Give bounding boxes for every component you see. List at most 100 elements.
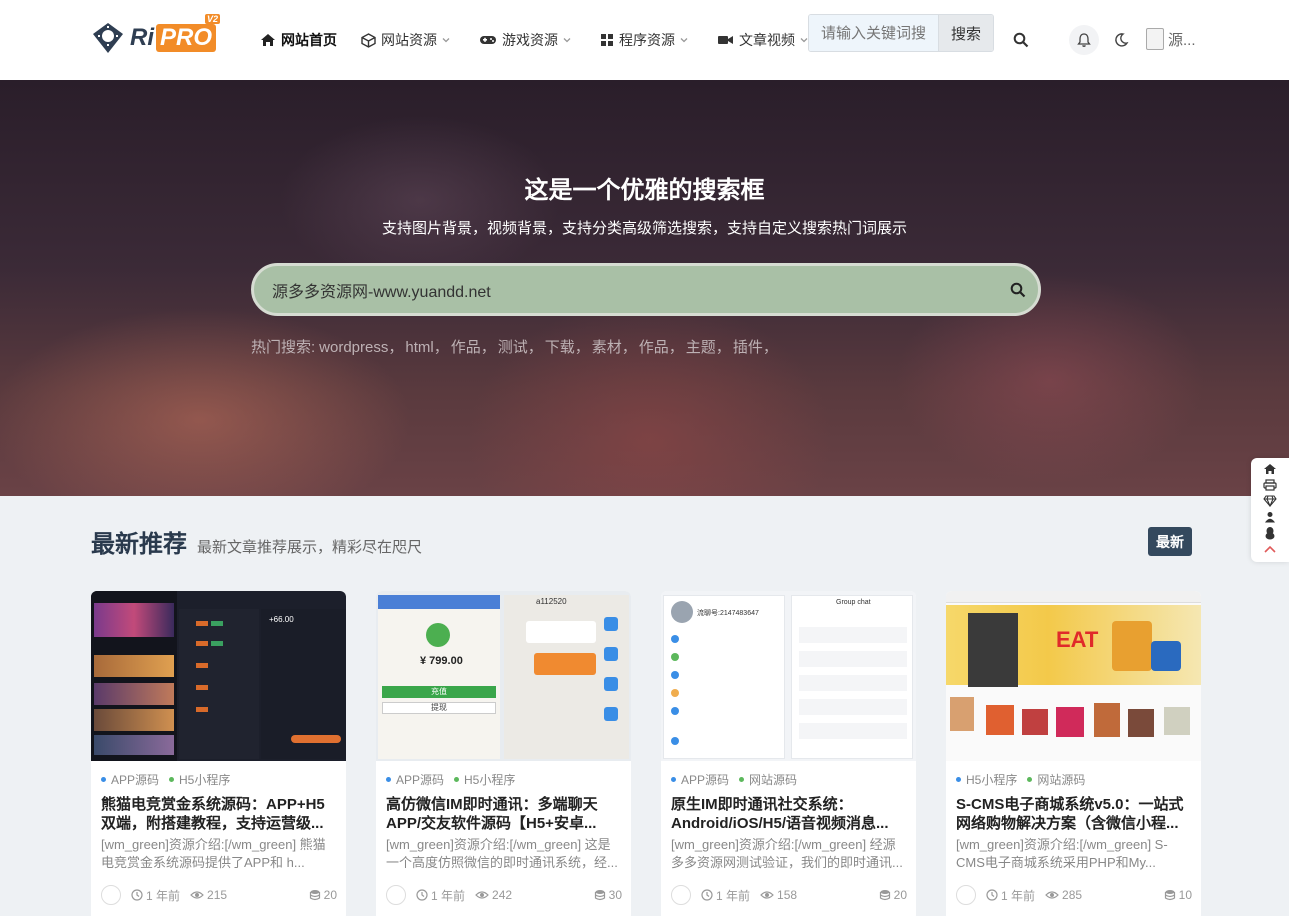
thumb-button: 提现	[382, 702, 496, 714]
hot-term[interactable]: wordpress，	[319, 336, 403, 357]
category-tag[interactable]: APP源码	[101, 771, 159, 788]
thumb-group: Group chat	[836, 599, 871, 606]
post-title[interactable]: S-CMS电子商城系统v5.0：一站式网络购物解决方案（含微信小程...	[956, 795, 1192, 833]
hot-term[interactable]: 素材，	[592, 336, 637, 357]
post-categories: APP源码 网站源码	[671, 771, 807, 788]
post-categories: APP源码 H5小程序	[386, 771, 525, 788]
post-card[interactable]: +66.00 APP源码 H5小程序 熊猫电竞赏金系统源码：APP+H5双端，附…	[91, 591, 346, 916]
post-card[interactable]: EAT H5小程序 网站源码 S-CMS电子商城系统v5.0：一站式网络购物解决…	[946, 591, 1201, 916]
category-tag[interactable]: H5小程序	[454, 771, 515, 788]
category-tag[interactable]: H5小程序	[169, 771, 230, 788]
post-excerpt: [wm_green]资源介绍:[/wm_green] 经源多多资源网测试验证，我…	[671, 837, 903, 870]
hero-search-input[interactable]	[254, 266, 998, 313]
author-avatar[interactable]	[956, 885, 976, 905]
post-categories: H5小程序 网站源码	[956, 771, 1095, 788]
nav-item-home[interactable]: 网站首页	[260, 30, 337, 50]
post-thumbnail[interactable]: 流聊号:2147483647 Group chat	[661, 591, 916, 761]
post-title[interactable]: 熊猫电竞赏金系统源码：APP+H5双端，附搭建教程，支持运营级...	[101, 795, 337, 833]
post-time: 1 年前	[131, 887, 180, 904]
hot-term[interactable]: html，	[405, 336, 448, 357]
clock-icon	[986, 889, 998, 901]
post-views: 285	[1045, 888, 1082, 902]
header-search: 搜索	[808, 14, 994, 52]
database-icon	[1164, 890, 1175, 901]
avatar	[1146, 28, 1164, 50]
hot-term[interactable]: 测试，	[498, 336, 543, 357]
search-button[interactable]: 搜索	[938, 15, 993, 51]
hot-term[interactable]: 下载，	[545, 336, 590, 357]
category-tag[interactable]: H5小程序	[956, 771, 1017, 788]
author-avatar[interactable]	[671, 885, 691, 905]
thumb-button: 充值	[382, 686, 496, 698]
post-card[interactable]: 流聊号:2147483647 Group chat APP源码 网站源码 原生I…	[661, 591, 916, 916]
category-tag[interactable]: 网站源码	[739, 771, 797, 788]
latest-filter-button[interactable]: 最新	[1148, 527, 1192, 556]
chevron-up-icon	[1264, 545, 1276, 553]
post-thumbnail[interactable]: +66.00	[91, 591, 346, 761]
post-title[interactable]: 原生IM即时通讯社交系统：Android/iOS/H5/语音视频消息...	[671, 795, 907, 833]
hero-search-bar	[251, 263, 1041, 316]
thumb-eat: EAT	[1056, 627, 1099, 652]
post-thumbnail[interactable]: ¥ 799.00 充值 提现 a112520	[376, 591, 631, 761]
site-logo[interactable]: Ri PRO V2	[90, 14, 221, 56]
author-avatar[interactable]	[386, 885, 406, 905]
nav-label: 文章视频	[739, 32, 795, 48]
author-avatar[interactable]	[101, 885, 121, 905]
vip-shortcut[interactable]	[1260, 494, 1280, 508]
bell-icon	[1077, 33, 1091, 47]
clock-icon	[131, 889, 143, 901]
post-categories: APP源码 H5小程序	[101, 771, 240, 788]
qq-shortcut[interactable]	[1260, 526, 1280, 540]
hot-term[interactable]: 作品，	[451, 336, 496, 357]
notification-button[interactable]	[1069, 25, 1099, 55]
eye-icon	[190, 891, 204, 899]
eye-icon	[475, 891, 489, 899]
nav-item-program-resources[interactable]: 程序资源	[600, 30, 693, 50]
chevron-down-icon	[442, 38, 450, 43]
nav-item-game-resources[interactable]: 游戏资源	[479, 30, 576, 50]
site-header: Ri PRO V2 网站首页 网站资源 游戏资源 程序资源 文章视频 请输入关键…	[0, 0, 1289, 80]
chevron-down-icon	[680, 38, 688, 43]
post-comments: 20	[879, 888, 907, 902]
eye-icon	[1045, 891, 1059, 899]
user-name: 源...	[1168, 31, 1196, 49]
hero-search-button[interactable]	[998, 282, 1038, 298]
search-icon	[1013, 32, 1029, 48]
search-icon	[1010, 282, 1026, 297]
nav-item-web-resources[interactable]: 网站资源	[361, 30, 455, 50]
thumb-amount: +66.00	[269, 615, 294, 624]
post-meta: 1 年前 158 20	[671, 885, 907, 905]
hero-banner: 这是一个优雅的搜索框 支持图片背景，视频背景，支持分类高级筛选搜索，支持自定义搜…	[0, 80, 1289, 496]
nav-label: 网站首页	[281, 32, 337, 48]
section-header: 最新推荐 最新文章推荐展示，精彩尽在咫尺	[91, 524, 422, 559]
print-shortcut[interactable]	[1260, 478, 1280, 492]
database-icon	[879, 890, 890, 901]
hot-term[interactable]: 插件，	[733, 336, 778, 357]
gamepad-icon	[480, 36, 496, 44]
user-menu[interactable]: 源...	[1146, 28, 1196, 50]
hot-term[interactable]: 主题，	[686, 336, 731, 357]
category-tag[interactable]: APP源码	[386, 771, 444, 788]
section-subtitle: 最新文章推荐展示，精彩尽在咫尺	[197, 539, 423, 556]
post-comments: 10	[1164, 888, 1192, 902]
post-title[interactable]: 高仿微信IM即时通讯：多端聊天APP/交友软件源码【H5+安卓...	[386, 795, 622, 833]
post-time: 1 年前	[416, 887, 465, 904]
eye-icon	[760, 891, 774, 899]
video-icon	[718, 36, 733, 44]
search-toggle[interactable]	[1006, 25, 1036, 55]
nav-label: 网站资源	[381, 32, 437, 48]
home-shortcut[interactable]	[1260, 462, 1280, 476]
post-card[interactable]: ¥ 799.00 充值 提现 a112520 APP源码 H5小程序 高仿微信I…	[376, 591, 631, 916]
search-input[interactable]	[809, 15, 938, 51]
logo-pro-text: PRO V2	[156, 14, 221, 52]
hot-search-row: 热门搜索: wordpress， html， 作品， 测试， 下载， 素材， 作…	[251, 336, 780, 357]
dark-mode-toggle[interactable]	[1106, 25, 1136, 55]
category-tag[interactable]: 网站源码	[1027, 771, 1085, 788]
user-shortcut[interactable]	[1260, 510, 1280, 524]
back-to-top[interactable]	[1260, 542, 1280, 556]
hot-term[interactable]: 作品，	[639, 336, 684, 357]
category-tag[interactable]: APP源码	[671, 771, 729, 788]
post-thumbnail[interactable]: EAT	[946, 591, 1201, 761]
nav-item-article-video[interactable]: 文章视频	[717, 30, 813, 50]
chevron-down-icon	[800, 38, 808, 43]
